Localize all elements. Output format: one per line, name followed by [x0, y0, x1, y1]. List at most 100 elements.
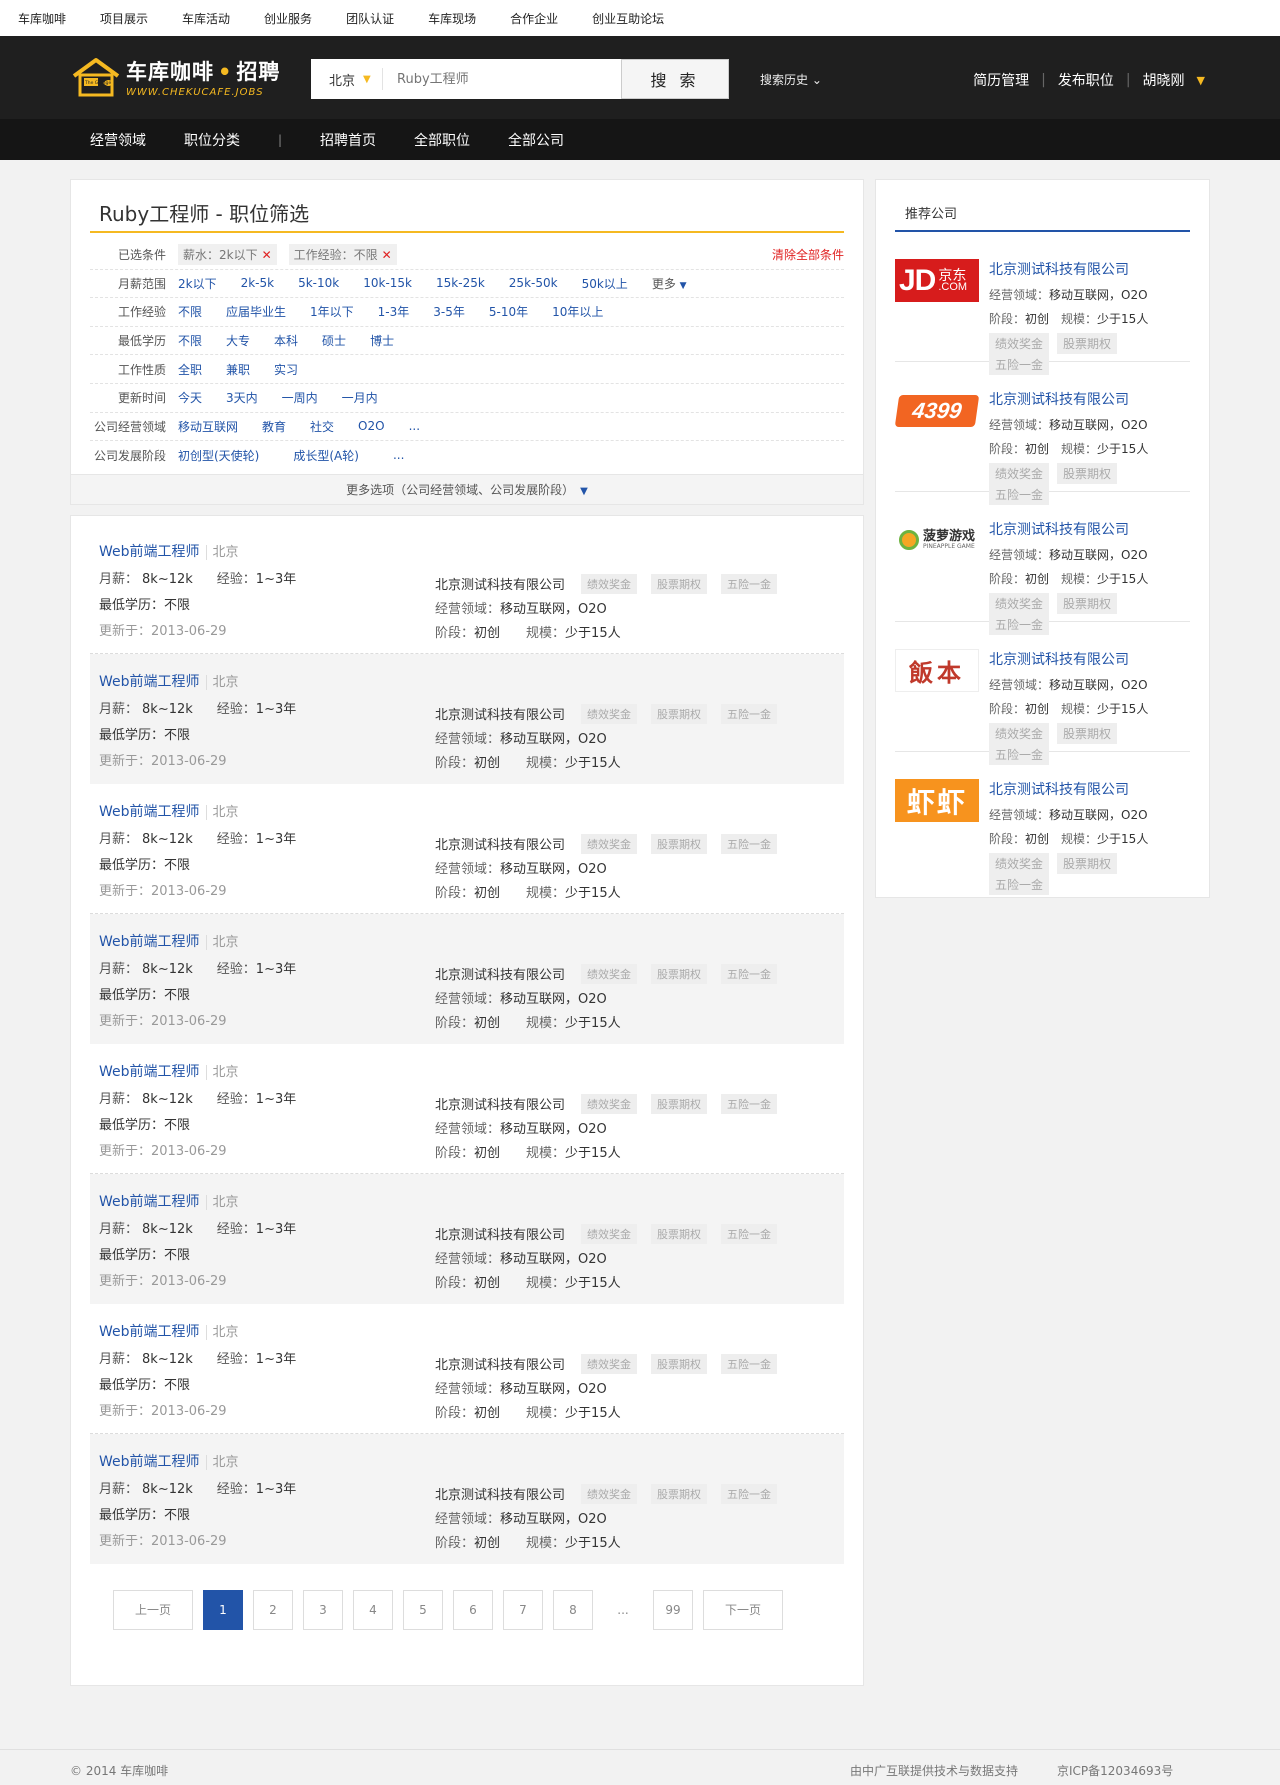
- job-item[interactable]: Web前端工程师 北京 月薪： 8k~12k 经验：1~3年 最低学历：不限 更新于：201…: [90, 524, 844, 654]
- filter-option[interactable]: 2k-5k: [241, 276, 275, 290]
- filter-option[interactable]: 10k-15k: [363, 276, 412, 290]
- clear-all-filters-link[interactable]: 清除全部条件: [772, 246, 844, 263]
- 4399-logo[interactable]: 4399: [894, 389, 980, 432]
- company-name-link[interactable]: 北京测试科技有限公司: [435, 834, 565, 853]
- icp-number[interactable]: 京ICP备12034693号: [1057, 1762, 1173, 1779]
- topbar-link-services[interactable]: 创业服务: [264, 10, 312, 27]
- filter-option[interactable]: 不限: [178, 332, 202, 349]
- job-item[interactable]: Web前端工程师 北京 月薪： 8k~12k 经验：1~3年 最低学历：不限 更新于：201…: [90, 913, 844, 1044]
- job-title-link[interactable]: Web前端工程师: [99, 1194, 200, 1210]
- job-title-link[interactable]: Web前端工程师: [99, 934, 200, 950]
- job-title-link[interactable]: Web前端工程师: [99, 1324, 200, 1340]
- fanben-logo[interactable]: 飯本: [895, 649, 979, 692]
- company-name-link[interactable]: 北京测试科技有限公司: [435, 704, 565, 723]
- filter-option[interactable]: O2O: [358, 419, 385, 433]
- job-item[interactable]: Web前端工程师 北京 月薪： 8k~12k 经验：1~3年 最低学历：不限 更新于：201…: [90, 1044, 844, 1174]
- job-item[interactable]: Web前端工程师 北京 月薪： 8k~12k 经验：1~3年 最低学历：不限 更新于：201…: [90, 1173, 844, 1304]
- filter-option[interactable]: 本科: [274, 332, 298, 349]
- filter-option[interactable]: 5-10年: [489, 303, 528, 320]
- company-name-link[interactable]: 北京测试科技有限公司: [435, 574, 565, 593]
- filter-option[interactable]: 2k以下: [178, 275, 217, 292]
- filter-option[interactable]: 实习: [274, 361, 298, 378]
- filter-option[interactable]: 不限: [178, 303, 202, 320]
- job-title-link[interactable]: Web前端工程师: [99, 1454, 200, 1470]
- company-card[interactable]: JD 京东 .COM 北京测试科技有限公司 经营领域：移动互联网，O2O 阶段：初创 规模：…: [895, 232, 1190, 375]
- city-selector[interactable]: 北京 ▼: [311, 68, 383, 90]
- filter-more-link[interactable]: 更多 ▼: [652, 275, 687, 292]
- job-title-link[interactable]: Web前端工程师: [99, 544, 200, 560]
- selected-chip[interactable]: 工作经验：不限 ✕: [288, 244, 397, 266]
- xiaxia-logo[interactable]: 虾虾: [895, 779, 979, 822]
- nav-all-jobs[interactable]: 全部职位: [414, 130, 470, 150]
- company-name-link[interactable]: 北京测试科技有限公司: [435, 964, 565, 983]
- chevron-down-icon[interactable]: ▼: [1197, 74, 1205, 87]
- filter-option[interactable]: 应届毕业生: [226, 303, 286, 320]
- prev-page-button[interactable]: 上一页: [113, 1589, 193, 1630]
- post-job-link[interactable]: 发布职位: [1058, 70, 1114, 90]
- topbar-link-team[interactable]: 团队认证: [346, 10, 394, 27]
- nav-business-field[interactable]: 经营领域: [90, 130, 146, 150]
- filter-option[interactable]: 一周内: [282, 389, 318, 406]
- topbar-link-projects[interactable]: 项目展示: [100, 10, 148, 27]
- page-number-button[interactable]: 2: [253, 1589, 293, 1630]
- filter-option[interactable]: 1-3年: [378, 303, 410, 320]
- company-name-link[interactable]: 北京测试科技有限公司: [435, 1354, 565, 1373]
- filter-option[interactable]: 今天: [178, 389, 202, 406]
- company-name-link[interactable]: 北京测试科技有限公司: [435, 1484, 565, 1503]
- topbar-link-partners[interactable]: 合作企业: [510, 10, 558, 27]
- company-name-link[interactable]: 北京测试科技有限公司: [989, 652, 1129, 668]
- company-name-link[interactable]: 北京测试科技有限公司: [989, 522, 1129, 538]
- filter-option[interactable]: 博士: [370, 332, 394, 349]
- filter-option[interactable]: 10年以上: [552, 303, 603, 320]
- company-card[interactable]: 菠萝游戏 PINEAPPLE GAME 北京测试科技有限公司 经营领域：移动互联网，O…: [895, 492, 1190, 635]
- nav-job-category[interactable]: 职位分类: [184, 130, 240, 150]
- search-input[interactable]: [383, 60, 593, 98]
- nav-all-companies[interactable]: 全部公司: [508, 130, 564, 150]
- company-name-link[interactable]: 北京测试科技有限公司: [989, 262, 1129, 278]
- filter-option[interactable]: 25k-50k: [509, 276, 558, 290]
- company-card[interactable]: 虾虾 北京测试科技有限公司 经营领域：移动互联网，O2O 阶段：初创 规模：少于15人绩…: [895, 752, 1190, 895]
- filter-option[interactable]: 1年以下: [310, 303, 354, 320]
- job-item[interactable]: Web前端工程师 北京 月薪： 8k~12k 经验：1~3年 最低学历：不限 更新于：201…: [90, 1433, 844, 1564]
- filter-option[interactable]: 教育: [262, 418, 286, 435]
- filter-option[interactable]: 50k以上: [582, 275, 628, 292]
- company-name-link[interactable]: 北京测试科技有限公司: [435, 1224, 565, 1243]
- filter-option[interactable]: 大专: [226, 332, 250, 349]
- job-title-link[interactable]: Web前端工程师: [99, 804, 200, 820]
- filter-option[interactable]: 15k-25k: [436, 276, 485, 290]
- job-title-link[interactable]: Web前端工程师: [99, 1064, 200, 1080]
- topbar-link-live[interactable]: 车库现场: [428, 10, 476, 27]
- selected-chip[interactable]: 薪水：2k以下 ✕: [178, 244, 277, 266]
- page-number-button[interactable]: 4: [353, 1589, 393, 1630]
- job-item[interactable]: Web前端工程师 北京 月薪： 8k~12k 经验：1~3年 最低学历：不限 更新于：201…: [90, 784, 844, 914]
- topbar-link-forum[interactable]: 创业互助论坛: [592, 10, 664, 27]
- search-history-dropdown[interactable]: 搜索历史 ⌄: [760, 71, 822, 88]
- company-name-link[interactable]: 北京测试科技有限公司: [435, 1094, 565, 1113]
- topbar-link-chekucafe[interactable]: 车库咖啡: [18, 10, 66, 27]
- job-item[interactable]: Web前端工程师 北京 月薪： 8k~12k 经验：1~3年 最低学历：不限 更新于：201…: [90, 1304, 844, 1434]
- page-number-button[interactable]: 7: [503, 1589, 543, 1630]
- filter-option[interactable]: 成长型(A轮): [293, 447, 359, 464]
- page-number-button[interactable]: 3: [303, 1589, 343, 1630]
- filter-option[interactable]: 硕士: [322, 332, 346, 349]
- filter-option[interactable]: ...: [393, 448, 404, 462]
- filter-option[interactable]: 一月内: [342, 389, 378, 406]
- filter-option[interactable]: 社交: [310, 418, 334, 435]
- company-name-link[interactable]: 北京测试科技有限公司: [989, 392, 1129, 408]
- filter-option[interactable]: ...: [409, 419, 420, 433]
- page-number-button[interactable]: 8: [553, 1589, 593, 1630]
- job-title-link[interactable]: Web前端工程师: [99, 674, 200, 690]
- user-menu[interactable]: 胡晓刚: [1143, 70, 1185, 90]
- resume-management-link[interactable]: 简历管理: [973, 70, 1029, 90]
- jd-logo[interactable]: JD 京东 .COM: [895, 259, 979, 302]
- search-button[interactable]: 搜 索: [621, 59, 729, 99]
- company-card[interactable]: 4399 北京测试科技有限公司 经营领域：移动互联网，O2O 阶段：初创 规模：少于15…: [894, 362, 1190, 505]
- page-number-button[interactable]: 1: [203, 1589, 243, 1630]
- topbar-link-events[interactable]: 车库活动: [182, 10, 230, 27]
- more-options-toggle[interactable]: 更多选项（公司经营领域、公司发展阶段） ▼: [71, 473, 863, 504]
- nav-recruit-home[interactable]: 招聘首页: [320, 130, 376, 150]
- page-number-button[interactable]: 5: [403, 1589, 443, 1630]
- site-logo[interactable]: The Garage 车库咖啡 • 招聘 WWW.CHEKUCAFE.JOBS: [70, 56, 280, 98]
- filter-option[interactable]: 全职: [178, 361, 202, 378]
- filter-option[interactable]: 3天内: [226, 389, 258, 406]
